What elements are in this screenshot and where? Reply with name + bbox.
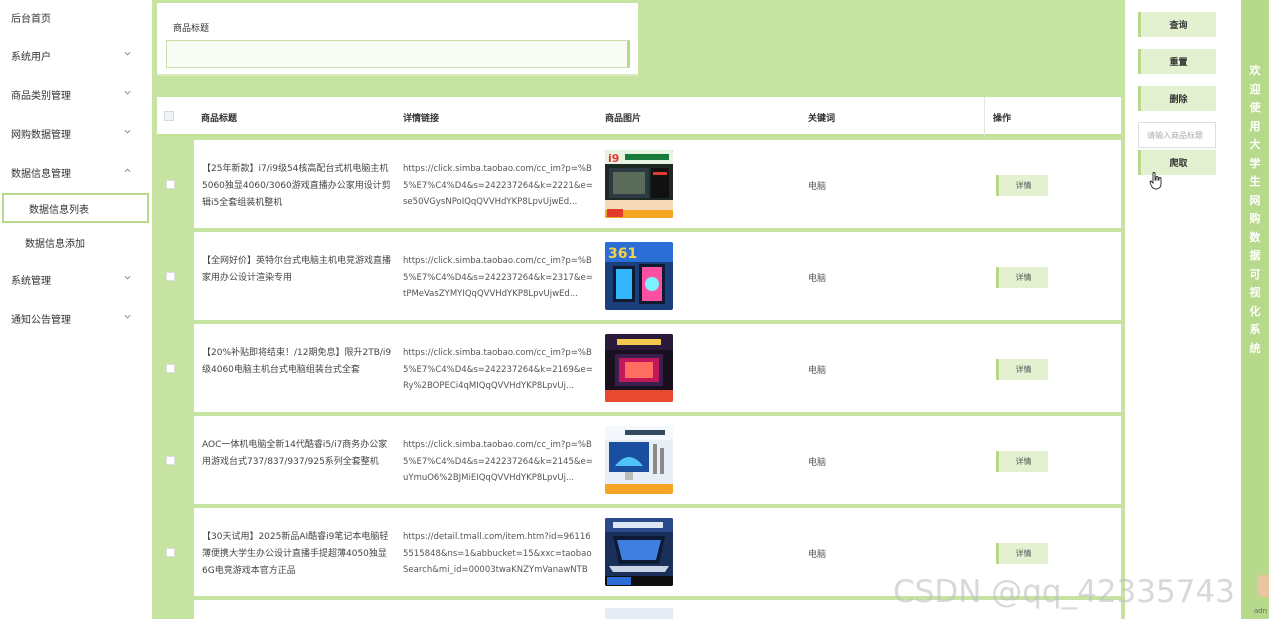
delete-button[interactable]: 删除 [1138, 86, 1216, 111]
chevron-down-icon [124, 51, 131, 56]
sidebar-item-category[interactable]: 商品类别管理 [0, 80, 150, 108]
chevron-down-icon [124, 90, 131, 95]
product-title: 【全网好价】英特尔台式电脑主机电竞游戏直播家用办公设计渲染专用 [202, 256, 392, 283]
detail-link[interactable]: https://detail.tmall.com/item.htm?id=961… [403, 529, 593, 579]
detail-link[interactable]: https://click.simba.taobao.com/cc_im?p=%… [403, 437, 593, 487]
product-image [605, 518, 673, 586]
product-image: 361 [605, 242, 673, 310]
sidebar: 后台首页 系统用户 商品类别管理 网购数据管理 数据信息管理 数据信息列表 数据… [0, 0, 152, 619]
sidebar-item-label: 通知公告管理 [11, 314, 71, 326]
column-header-title: 商品标题 [201, 114, 238, 124]
sidebar-item-data-list[interactable]: 数据信息列表 [2, 193, 149, 223]
chevron-down-icon [124, 314, 131, 319]
pc-product-icon [605, 334, 673, 402]
chevron-down-icon [124, 275, 131, 280]
detail-link[interactable]: https://click.simba.taobao.com/cc_im?p=%… [403, 161, 593, 211]
sidebar-item-shopping-data[interactable]: 网购数据管理 [0, 119, 150, 147]
sidebar-item-label: 系统用户 [11, 51, 51, 63]
sidebar-item-data-add[interactable]: 数据信息添加 [0, 228, 150, 256]
search-card: 商品标题 [157, 3, 638, 76]
row-content: 【25年新款】i7/i9级54核高配台式机电脑主机5060独显4060/3060… [194, 140, 1121, 228]
username-label: adn [1254, 607, 1268, 615]
detail-link[interactable]: https://click.simba.taobao.com/cc_im?p=%… [403, 345, 593, 395]
column-header-link: 详情链接 [403, 114, 440, 124]
watermark: CSDN @qq_42335743 [893, 574, 1235, 610]
sidebar-item-label: 数据信息添加 [25, 238, 85, 250]
search-label: 商品标题 [173, 24, 210, 34]
keyword: 电脑 [808, 458, 827, 468]
crawl-keyword-input[interactable]: 请输入商品标题 [1138, 122, 1216, 148]
sidebar-item-label: 数据信息管理 [11, 168, 71, 180]
detail-button[interactable]: 详情 [996, 451, 1048, 472]
svg-text:361: 361 [608, 246, 637, 262]
product-image [605, 608, 673, 619]
row-checkbox[interactable] [166, 272, 175, 281]
hand-pointer-icon [1149, 172, 1162, 190]
product-image: i9 [605, 150, 673, 218]
table-row: AOC一体机电脑全新14代酷睿i5/i7商务办公家用游戏台式737/837/93… [157, 416, 1121, 504]
keyword: 电脑 [808, 550, 827, 560]
product-title: 【25年新款】i7/i9级54核高配台式机电脑主机5060独显4060/3060… [202, 164, 391, 208]
product-image [605, 426, 673, 494]
row-checkbox[interactable] [166, 364, 175, 373]
pc-product-icon: i9 [605, 150, 673, 218]
laptop-product-icon [605, 518, 673, 586]
detail-button[interactable]: 详情 [996, 175, 1048, 196]
sidebar-item-system-users[interactable]: 系统用户 [0, 41, 150, 69]
row-checkbox[interactable] [166, 456, 175, 465]
aio-pc-icon [605, 426, 673, 494]
keyword: 电脑 [808, 274, 827, 284]
row-content: 【全网好价】英特尔台式电脑主机电竞游戏直播家用办公设计渲染专用 https://… [194, 232, 1121, 320]
detail-button[interactable]: 详情 [996, 543, 1048, 564]
table-header: 商品标题 详情链接 商品图片 关键词 操作 [157, 97, 1121, 137]
product-title: 【30天试用】2025新品AI酷睿i9笔记本电脑轻薄便携大学生办公设计直播手提超… [202, 532, 389, 576]
row-content: AOC一体机电脑全新14代酷睿i5/i7商务办公家用游戏台式737/837/93… [194, 416, 1121, 504]
avatar[interactable] [1258, 575, 1269, 597]
pc-product-icon: 361 [605, 242, 673, 310]
chevron-up-icon [124, 168, 131, 173]
title-search-input[interactable] [166, 40, 630, 68]
welcome-banner: 欢 迎 使 用 大 学 生 网 购 数 据 可 视 化 系 统 [1241, 0, 1269, 619]
column-divider [984, 97, 985, 137]
table-row: 【20%补贴即将结束！/12期免息】限升2TB/i9级4060电脑主机台式电脑组… [157, 324, 1121, 412]
keyword: 电脑 [808, 182, 827, 192]
action-panel: 查询 重置 删除 请输入商品标题 爬取 [1128, 0, 1228, 619]
product-image [605, 334, 673, 402]
sidebar-item-system-manage[interactable]: 系统管理 [0, 265, 150, 293]
detail-link[interactable]: https://click.simba.taobao.com/cc_im?p=%… [403, 253, 593, 303]
column-header-action: 操作 [993, 114, 1012, 124]
product-title: 【20%补贴即将结束！/12期免息】限升2TB/i9级4060电脑主机台式电脑组… [202, 348, 392, 375]
detail-button[interactable]: 详情 [996, 359, 1048, 380]
welcome-text: 欢 迎 使 用 大 学 生 网 购 数 据 可 视 化 系 统 [1249, 64, 1261, 355]
sidebar-item-label: 商品类别管理 [11, 90, 71, 102]
table-row: 【25年新款】i7/i9级54核高配台式机电脑主机5060独显4060/3060… [157, 140, 1121, 228]
chevron-down-icon [124, 129, 131, 134]
row-checkbox[interactable] [166, 180, 175, 189]
sidebar-item-home[interactable]: 后台首页 [0, 3, 150, 31]
column-header-keyword: 关键词 [808, 114, 836, 124]
column-header-image: 商品图片 [605, 114, 642, 124]
sidebar-item-label: 后台首页 [11, 13, 51, 25]
detail-button[interactable]: 详情 [996, 267, 1048, 288]
reset-button[interactable]: 重置 [1138, 49, 1216, 74]
select-all-checkbox[interactable] [164, 111, 174, 121]
sidebar-item-notice[interactable]: 通知公告管理 [0, 304, 150, 332]
table-row: 【全网好价】英特尔台式电脑主机电竞游戏直播家用办公设计渲染专用 https://… [157, 232, 1121, 320]
keyword: 电脑 [808, 366, 827, 376]
sidebar-item-data-info[interactable]: 数据信息管理 [0, 158, 150, 186]
row-checkbox[interactable] [166, 548, 175, 557]
sidebar-item-label: 系统管理 [11, 275, 51, 287]
svg-text:i9: i9 [608, 152, 619, 165]
product-title: AOC一体机电脑全新14代酷睿i5/i7商务办公家用游戏台式737/837/93… [202, 440, 388, 467]
query-button[interactable]: 查询 [1138, 12, 1216, 37]
row-content: 【20%补贴即将结束！/12期免息】限升2TB/i9级4060电脑主机台式电脑组… [194, 324, 1121, 412]
sidebar-item-label: 网购数据管理 [11, 129, 71, 141]
sidebar-item-label: 数据信息列表 [29, 204, 89, 216]
